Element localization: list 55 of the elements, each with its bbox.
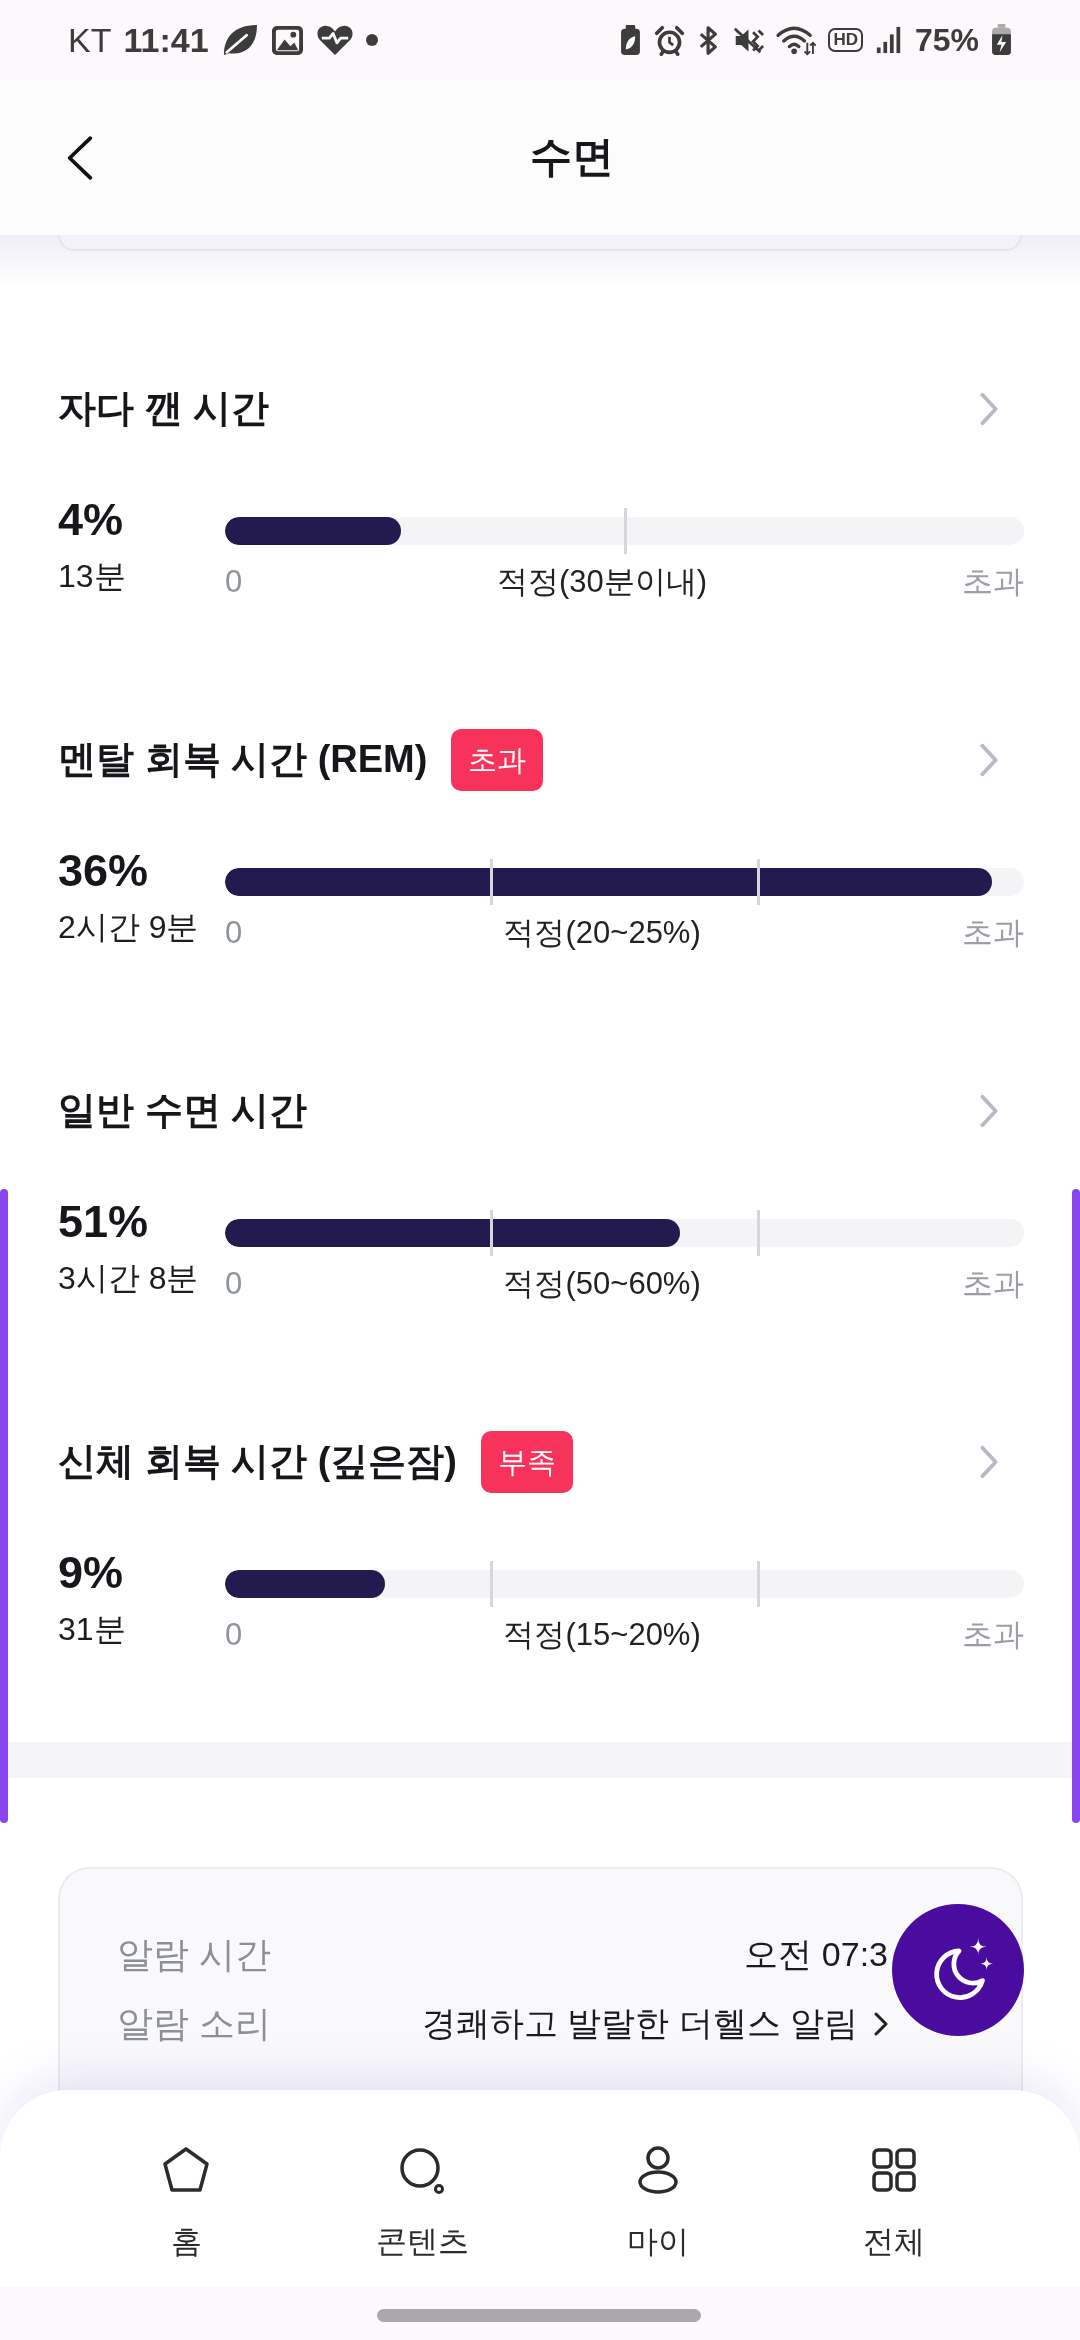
battery-leaf-icon <box>619 24 643 56</box>
range-tick <box>756 1210 760 1256</box>
optimal-range-label: 적정(15~20%) <box>503 1616 701 1654</box>
scale-over-label: 초과 <box>962 1616 1024 1654</box>
optimal-range-label: 적정(30분이내) <box>497 563 708 601</box>
alarm-clock-icon <box>654 24 686 56</box>
nav-tab[interactable]: 마이 <box>540 2090 776 2287</box>
alarm-value: 오전 07:3 <box>744 1934 888 1975</box>
battery-icon <box>991 24 1012 56</box>
section-title: 신체 회복 시간 (깊은잠) <box>58 1439 457 1485</box>
heart-icon <box>315 24 354 56</box>
optimal-range-label: 적정(50~60%) <box>503 1265 701 1303</box>
scale-min-label: 0 <box>225 1265 243 1303</box>
clock-time: 11:41 <box>123 23 209 57</box>
range-tick <box>623 508 627 554</box>
section-title: 일반 수면 시간 <box>58 1088 308 1134</box>
section-title: 멘탈 회복 시간 (REM) <box>58 737 428 783</box>
alarm-label: 알람 소리 <box>117 2001 271 2046</box>
scale-over-label: 초과 <box>962 1265 1024 1303</box>
scale-min-label: 0 <box>225 563 243 601</box>
signal-icon <box>874 25 903 55</box>
scale-min-label: 0 <box>225 1616 243 1654</box>
alarm-value: 경쾌하고 발랄한 더헬스 알림 <box>421 2003 858 2044</box>
image-icon <box>270 24 304 56</box>
percent-value: 9% <box>58 1547 125 1599</box>
range-tick <box>490 859 494 905</box>
nav-tab[interactable]: 전체 <box>776 2090 1012 2287</box>
optimal-range-label: 적정(20~25%) <box>503 914 701 952</box>
duration-value: 3시간 8분 <box>58 1259 200 1298</box>
chevron-right-icon[interactable] <box>874 2011 888 2036</box>
hd-voice-indicator: HD <box>828 27 863 53</box>
nav-tab[interactable]: 콘텐츠 <box>304 2090 540 2287</box>
battery-percent: 75% <box>914 24 979 56</box>
duration-value: 2시간 9분 <box>58 908 200 947</box>
range-tick <box>490 1210 494 1256</box>
scale-over-label: 초과 <box>962 563 1024 601</box>
page-title: 수면 <box>530 132 614 183</box>
percent-value: 51% <box>58 1196 150 1248</box>
range-tick <box>756 1561 760 1607</box>
carrier-name: KT <box>68 23 112 57</box>
scale-over-label: 초과 <box>962 914 1024 952</box>
range-tick <box>756 859 760 905</box>
duration-value: 31분 <box>58 1610 127 1649</box>
duration-value: 13분 <box>58 557 127 596</box>
notification-dot-icon <box>365 34 378 46</box>
range-tick <box>490 1561 494 1607</box>
scale-min-label: 0 <box>225 914 243 952</box>
percent-value: 36% <box>58 845 150 897</box>
wifi-icon <box>776 24 817 56</box>
status-badge: 부족 <box>481 1431 573 1493</box>
status-badge: 초과 <box>451 729 544 791</box>
section-title: 자다 깬 시간 <box>58 386 270 432</box>
alarm-label: 알람 시간 <box>117 1932 271 1977</box>
percent-value: 4% <box>58 494 125 546</box>
nav-tab[interactable]: 홈 <box>68 2090 304 2287</box>
